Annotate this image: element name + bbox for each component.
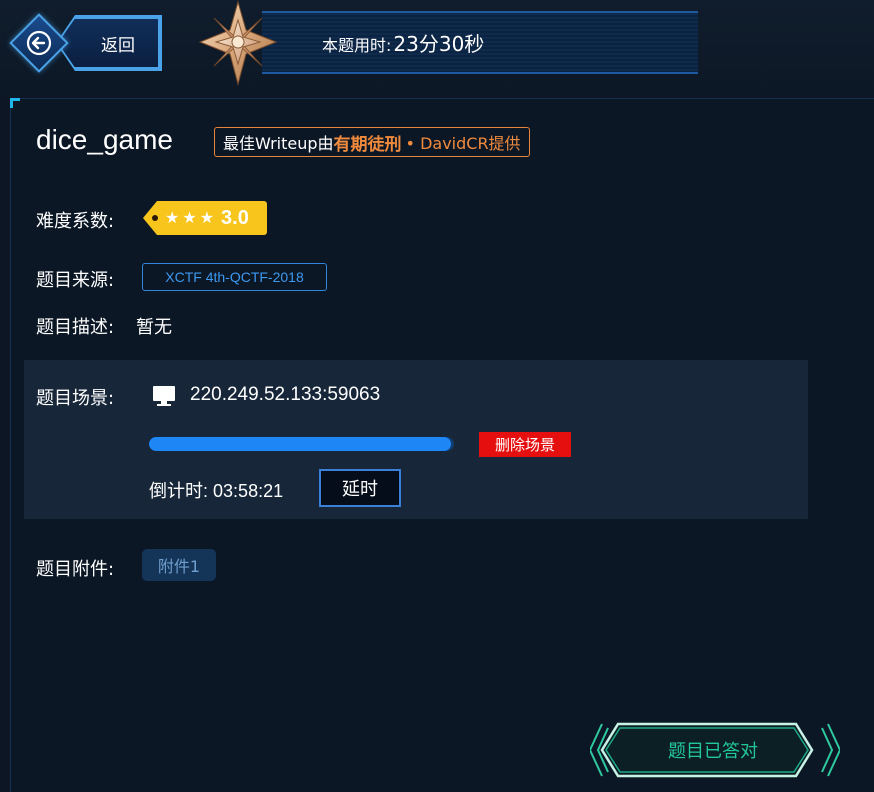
writeup-prefix: 最佳Writeup由 [223, 134, 334, 153]
difficulty-score: 3.0 [221, 206, 249, 229]
delete-scene-button[interactable]: 删除场景 [479, 432, 571, 457]
solved-button[interactable]: 题目已答对 [588, 720, 842, 780]
star-icon: ★ [165, 208, 180, 227]
timer-value: 23分30秒 [393, 32, 485, 56]
tag-hole [152, 215, 158, 221]
difficulty-tag: ★ ★ ★ 3.0 [143, 201, 267, 235]
arrow-left-icon[interactable] [18, 22, 60, 64]
countdown: 倒计时: 03:58:21 [149, 477, 283, 503]
star-icon: ★ [199, 208, 215, 227]
source-label: 题目来源: [36, 270, 115, 291]
back-button[interactable]: 返回 [8, 12, 164, 74]
description-value: 暂无 [136, 317, 172, 338]
scene-progress-bar [149, 437, 454, 451]
description-label: 题目描述: [36, 317, 115, 338]
source-tag[interactable]: XCTF 4th-QCTF-2018 [142, 263, 327, 291]
monitor-icon [153, 386, 175, 406]
timer-label: 本题用时: [322, 36, 392, 55]
medal-icon [198, 0, 278, 86]
panel-corner-accent [10, 98, 20, 108]
scene-progress-fill [149, 437, 451, 451]
solved-label[interactable]: 题目已答对 [590, 720, 840, 780]
countdown-value: 03:58:21 [213, 481, 284, 501]
star-icon: ★ [182, 208, 197, 227]
scene-address[interactable]: 220.249.52.133:59063 [190, 384, 380, 406]
timer-display: 本题用时: 23分30秒 [322, 28, 485, 56]
countdown-label: 倒计时: [149, 481, 209, 501]
back-button-label[interactable]: 返回 [58, 17, 160, 69]
attachment-label: 题目附件: [36, 559, 115, 580]
challenge-title: dice_game [36, 124, 173, 155]
extend-time-button[interactable]: 延时 [319, 469, 401, 507]
difficulty-label: 难度系数: [36, 211, 115, 232]
writeup-author[interactable]: • DavidCR提供 [406, 130, 521, 154]
best-writeup-badge[interactable]: 最佳Writeup由 有期徒刑 • DavidCR提供 [214, 127, 530, 157]
scene-box: 题目场景: 220.249.52.133:59063 删除场景 倒计时: 03:… [24, 360, 808, 519]
scene-label: 题目场景: [36, 388, 115, 409]
writeup-team[interactable]: 有期徒刑 [334, 130, 402, 155]
attachment-download-button[interactable]: 附件1 [142, 549, 216, 581]
